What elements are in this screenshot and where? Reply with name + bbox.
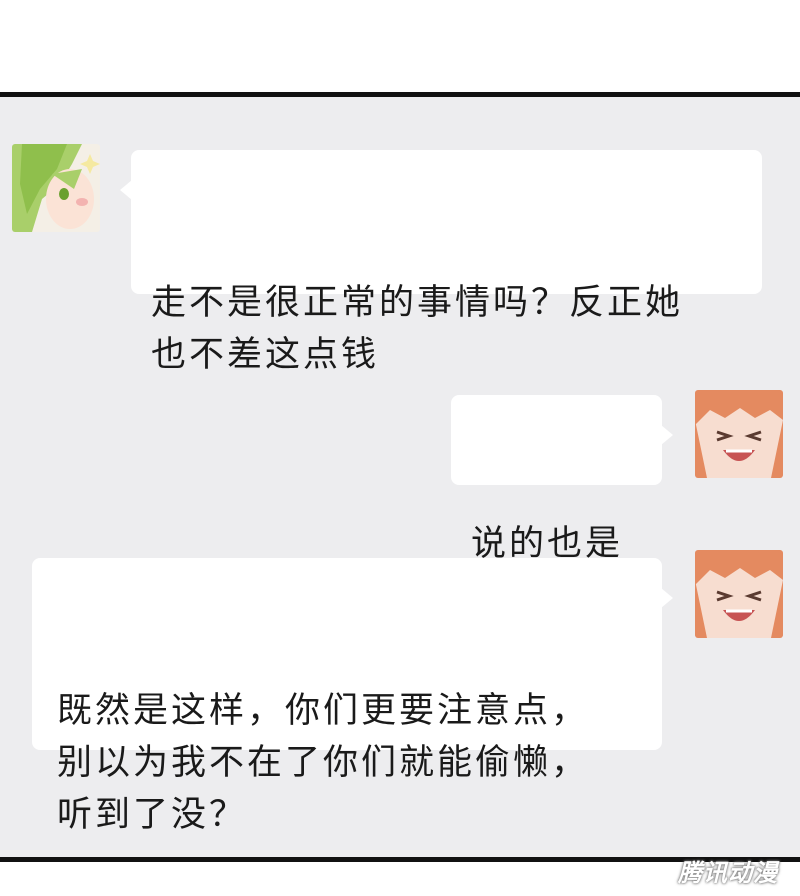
orange-haired-girl-avatar: [695, 550, 783, 638]
bubble-tail: [120, 180, 132, 200]
chat-bubble-3: 既然是这样，你们更要注意点， 别以为我不在了你们就能偷懒， 听到了没？: [32, 558, 673, 835]
avatar-image: [695, 390, 783, 478]
watermark-logo: 腾讯动漫: [678, 859, 778, 887]
bubble-tail: [661, 588, 673, 608]
green-haired-girl-avatar: [12, 144, 100, 232]
chat-bubble-2: 说的也是: [451, 395, 673, 564]
message-text-3: 既然是这样，你们更要注意点， 别以为我不在了你们就能偷懒， 听到了没？: [57, 691, 590, 835]
message-text-1: 走不是很正常的事情吗？反正她 也不差这点钱: [151, 283, 684, 375]
bubble-tail: [661, 425, 673, 445]
chat-bubble-1: 走不是很正常的事情吗？反正她 也不差这点钱: [120, 150, 762, 375]
chat-panel: 走不是很正常的事情吗？反正她 也不差这点钱 说的也是 既然是这样，你们更要注意点…: [0, 92, 800, 862]
avatar-image: [695, 550, 783, 638]
avatar-image: [12, 144, 100, 232]
orange-haired-girl-avatar: [695, 390, 783, 478]
